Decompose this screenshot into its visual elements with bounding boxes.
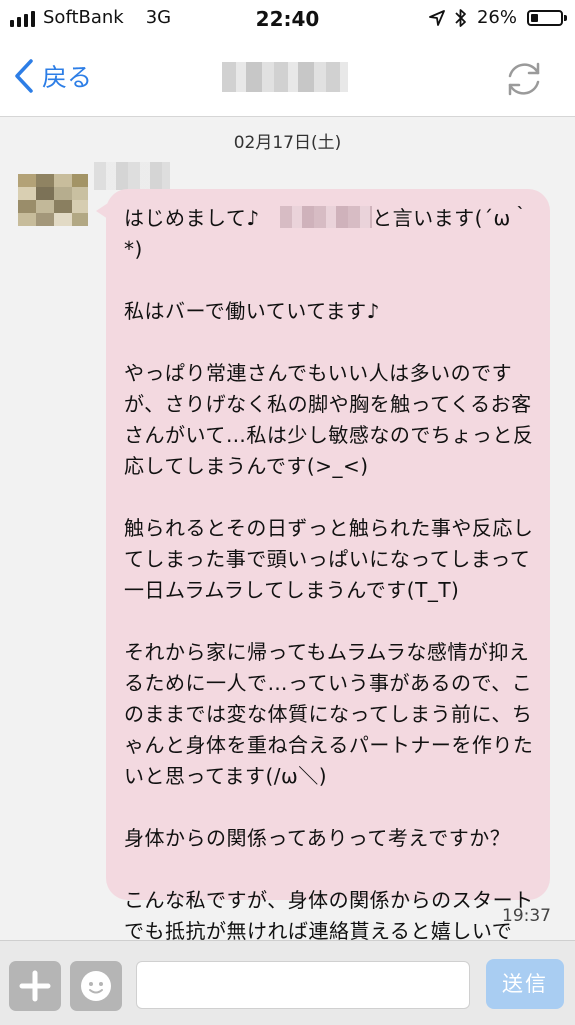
message-input[interactable]	[136, 961, 470, 1009]
conversation-title-redacted	[222, 62, 348, 92]
date-separator: 02月17日(土)	[233, 133, 342, 153]
smiley-icon	[81, 971, 111, 1001]
status-bar: SoftBank 3G 22:40 26%	[0, 0, 575, 40]
back-label: 戻る	[42, 63, 93, 92]
avatar[interactable]	[18, 174, 88, 226]
refresh-icon[interactable]	[501, 56, 547, 102]
chevron-left-icon	[15, 59, 33, 93]
nav-bar: 戻る	[0, 40, 575, 117]
message-time: 19:37	[502, 906, 551, 926]
message-text: はじめまして♪ と言います(´ω｀*) 私はバーで働いていてます♪ やっぱり常連…	[124, 203, 534, 978]
add-attachment-button[interactable]	[9, 961, 61, 1011]
send-button[interactable]: 送信	[486, 959, 564, 1009]
battery-icon	[527, 9, 567, 26]
plus-icon	[19, 970, 51, 1002]
message-bubble[interactable]: はじめまして♪ と言います(´ω｀*) 私はバーで働いていてます♪ やっぱり常連…	[96, 189, 550, 974]
greeting-start: はじめまして♪	[124, 206, 281, 230]
input-bar: 送信	[0, 940, 575, 1025]
name-redacted	[280, 206, 373, 228]
bluetooth-icon	[455, 8, 466, 27]
battery-percent: 26%	[476, 7, 517, 28]
location-icon	[429, 9, 445, 26]
back-button[interactable]: 戻る	[14, 58, 92, 94]
status-right: 26%	[429, 7, 567, 28]
bubble-tail	[96, 203, 108, 219]
message-body: 私はバーで働いていてます♪ やっぱり常連さんでもいい人は多いのですが、さりげなく…	[124, 299, 534, 974]
sender-name-redacted	[94, 162, 170, 190]
sticker-button[interactable]	[70, 961, 122, 1011]
